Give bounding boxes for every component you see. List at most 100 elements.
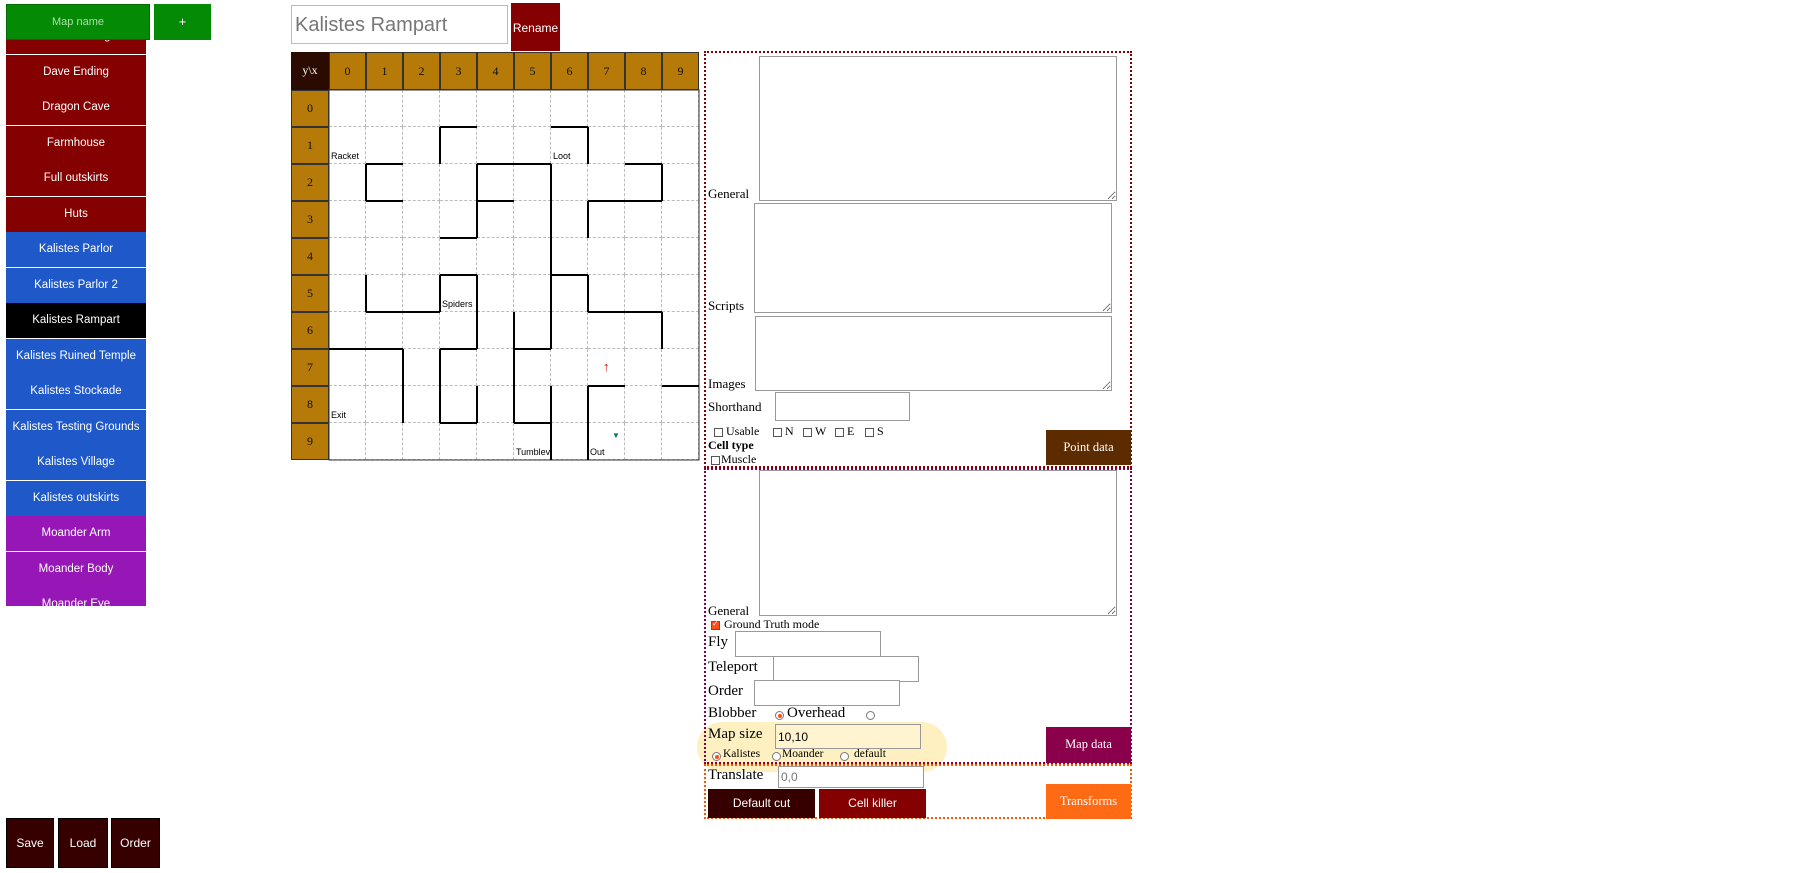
map-name-input[interactable]: Map name [6, 4, 150, 40]
grid-cell[interactable] [662, 201, 699, 238]
grid-cell[interactable] [625, 423, 662, 460]
blobber-radio[interactable] [775, 711, 784, 720]
grid-cell[interactable] [329, 423, 366, 460]
map-list-item[interactable]: Full outskirts [6, 161, 146, 196]
grid-cell[interactable] [551, 349, 588, 386]
usable-checkbox[interactable] [714, 428, 723, 437]
rename-button[interactable]: Rename [511, 3, 560, 51]
translate-input[interactable] [778, 766, 924, 788]
save-button[interactable]: Save [6, 818, 54, 868]
w-checkbox[interactable] [803, 428, 812, 437]
fly-input[interactable] [735, 631, 881, 657]
grid-cell[interactable] [625, 238, 662, 275]
map-list-item[interactable]: Kalistes Parlor 2 [6, 267, 146, 303]
grid-cell[interactable] [625, 386, 662, 423]
shorthand-input[interactable] [775, 392, 910, 421]
map-list-item[interactable]: Farmhouse [6, 125, 146, 161]
grid-cell[interactable] [514, 90, 551, 127]
grid-cell[interactable] [551, 238, 588, 275]
grid-cell[interactable] [625, 164, 662, 201]
grid-cell[interactable] [477, 238, 514, 275]
ground-truth-checkbox[interactable] [711, 619, 720, 630]
grid-cell[interactable] [403, 386, 440, 423]
grid-cell[interactable] [440, 312, 477, 349]
map-list-item[interactable]: Moander Arm [6, 516, 146, 551]
map-general-textarea[interactable] [759, 470, 1117, 616]
grid-cell[interactable] [366, 386, 403, 423]
grid-cell[interactable] [403, 238, 440, 275]
map-list-item[interactable]: Kalistes Testing Grounds [6, 409, 146, 445]
grid-cell[interactable] [440, 127, 477, 164]
map-list-item[interactable]: Moander Body [6, 551, 146, 587]
grid-cell[interactable] [477, 164, 514, 201]
grid-cell[interactable] [403, 349, 440, 386]
grid-cell[interactable] [329, 275, 366, 312]
grid-cell[interactable] [366, 238, 403, 275]
cell-killer-button[interactable]: Cell killer [819, 789, 926, 818]
map-list-item[interactable]: Kalistes outskirts [6, 480, 146, 516]
map-list-item[interactable]: Kalistes Rampart [6, 303, 146, 338]
grid-cell[interactable] [514, 201, 551, 238]
grid-cell[interactable] [440, 423, 477, 460]
grid-cell[interactable] [588, 90, 625, 127]
load-button[interactable]: Load [58, 818, 108, 868]
tileset-radio-default[interactable] [840, 752, 849, 761]
grid-cell[interactable] [403, 127, 440, 164]
grid-cell[interactable] [551, 201, 588, 238]
grid-cell[interactable] [588, 164, 625, 201]
grid-cell[interactable] [662, 312, 699, 349]
grid-cell[interactable] [662, 386, 699, 423]
grid-cell[interactable] [551, 275, 588, 312]
grid-cell[interactable] [329, 90, 366, 127]
grid-cell[interactable] [514, 386, 551, 423]
grid-cell[interactable] [662, 423, 699, 460]
s-checkbox[interactable] [865, 428, 874, 437]
map-list-item[interactable]: Moander Eye [6, 587, 146, 606]
transforms-button[interactable]: Transforms [1046, 784, 1131, 819]
grid-cell[interactable] [329, 238, 366, 275]
overhead-radio[interactable] [866, 711, 875, 720]
grid-cell[interactable] [477, 312, 514, 349]
map-list-item[interactable]: Kalistes Village [6, 445, 146, 480]
grid-cell[interactable] [366, 349, 403, 386]
grid-cell[interactable] [403, 312, 440, 349]
map-list[interactable]: Dave ChallengeDave EndingDragon CaveFarm… [6, 40, 146, 606]
muscle-checkbox[interactable] [711, 456, 720, 465]
grid-cell[interactable] [662, 349, 699, 386]
grid-cell[interactable] [625, 312, 662, 349]
grid-cell[interactable] [403, 90, 440, 127]
grid-cell[interactable] [588, 127, 625, 164]
grid-cell[interactable] [440, 386, 477, 423]
grid-cell[interactable] [514, 164, 551, 201]
grid-cell[interactable] [625, 127, 662, 164]
grid-cell[interactable] [440, 238, 477, 275]
grid-cell[interactable] [366, 90, 403, 127]
map-title-input[interactable]: Kalistes Rampart [291, 5, 508, 44]
grid-cell[interactable] [551, 423, 588, 460]
grid-cell[interactable] [662, 127, 699, 164]
grid-cell[interactable] [588, 312, 625, 349]
map-list-item[interactable]: Kalistes Ruined Temple [6, 338, 146, 374]
grid-cell[interactable] [329, 164, 366, 201]
grid-cell[interactable] [477, 423, 514, 460]
grid-cell[interactable] [514, 349, 551, 386]
grid-cell[interactable] [588, 275, 625, 312]
grid-cell[interactable] [477, 386, 514, 423]
map-list-item[interactable]: Kalistes Parlor [6, 232, 146, 267]
grid-cell[interactable] [440, 349, 477, 386]
grid-cell[interactable] [477, 90, 514, 127]
order-button[interactable]: Order [111, 818, 160, 868]
grid-cell[interactable] [662, 164, 699, 201]
point-general-textarea[interactable] [759, 56, 1117, 201]
grid-cell[interactable] [477, 201, 514, 238]
tileset-radio-kalistes[interactable] [712, 752, 721, 761]
grid-cell[interactable] [366, 423, 403, 460]
grid-cell[interactable] [366, 127, 403, 164]
tileset-radio-moander[interactable] [772, 752, 781, 761]
grid-cell[interactable] [625, 201, 662, 238]
map-list-item[interactable]: Huts [6, 196, 146, 232]
grid-cell[interactable] [625, 90, 662, 127]
teleport-input[interactable] [773, 656, 919, 682]
grid-cell[interactable] [329, 312, 366, 349]
grid-cell[interactable] [403, 201, 440, 238]
